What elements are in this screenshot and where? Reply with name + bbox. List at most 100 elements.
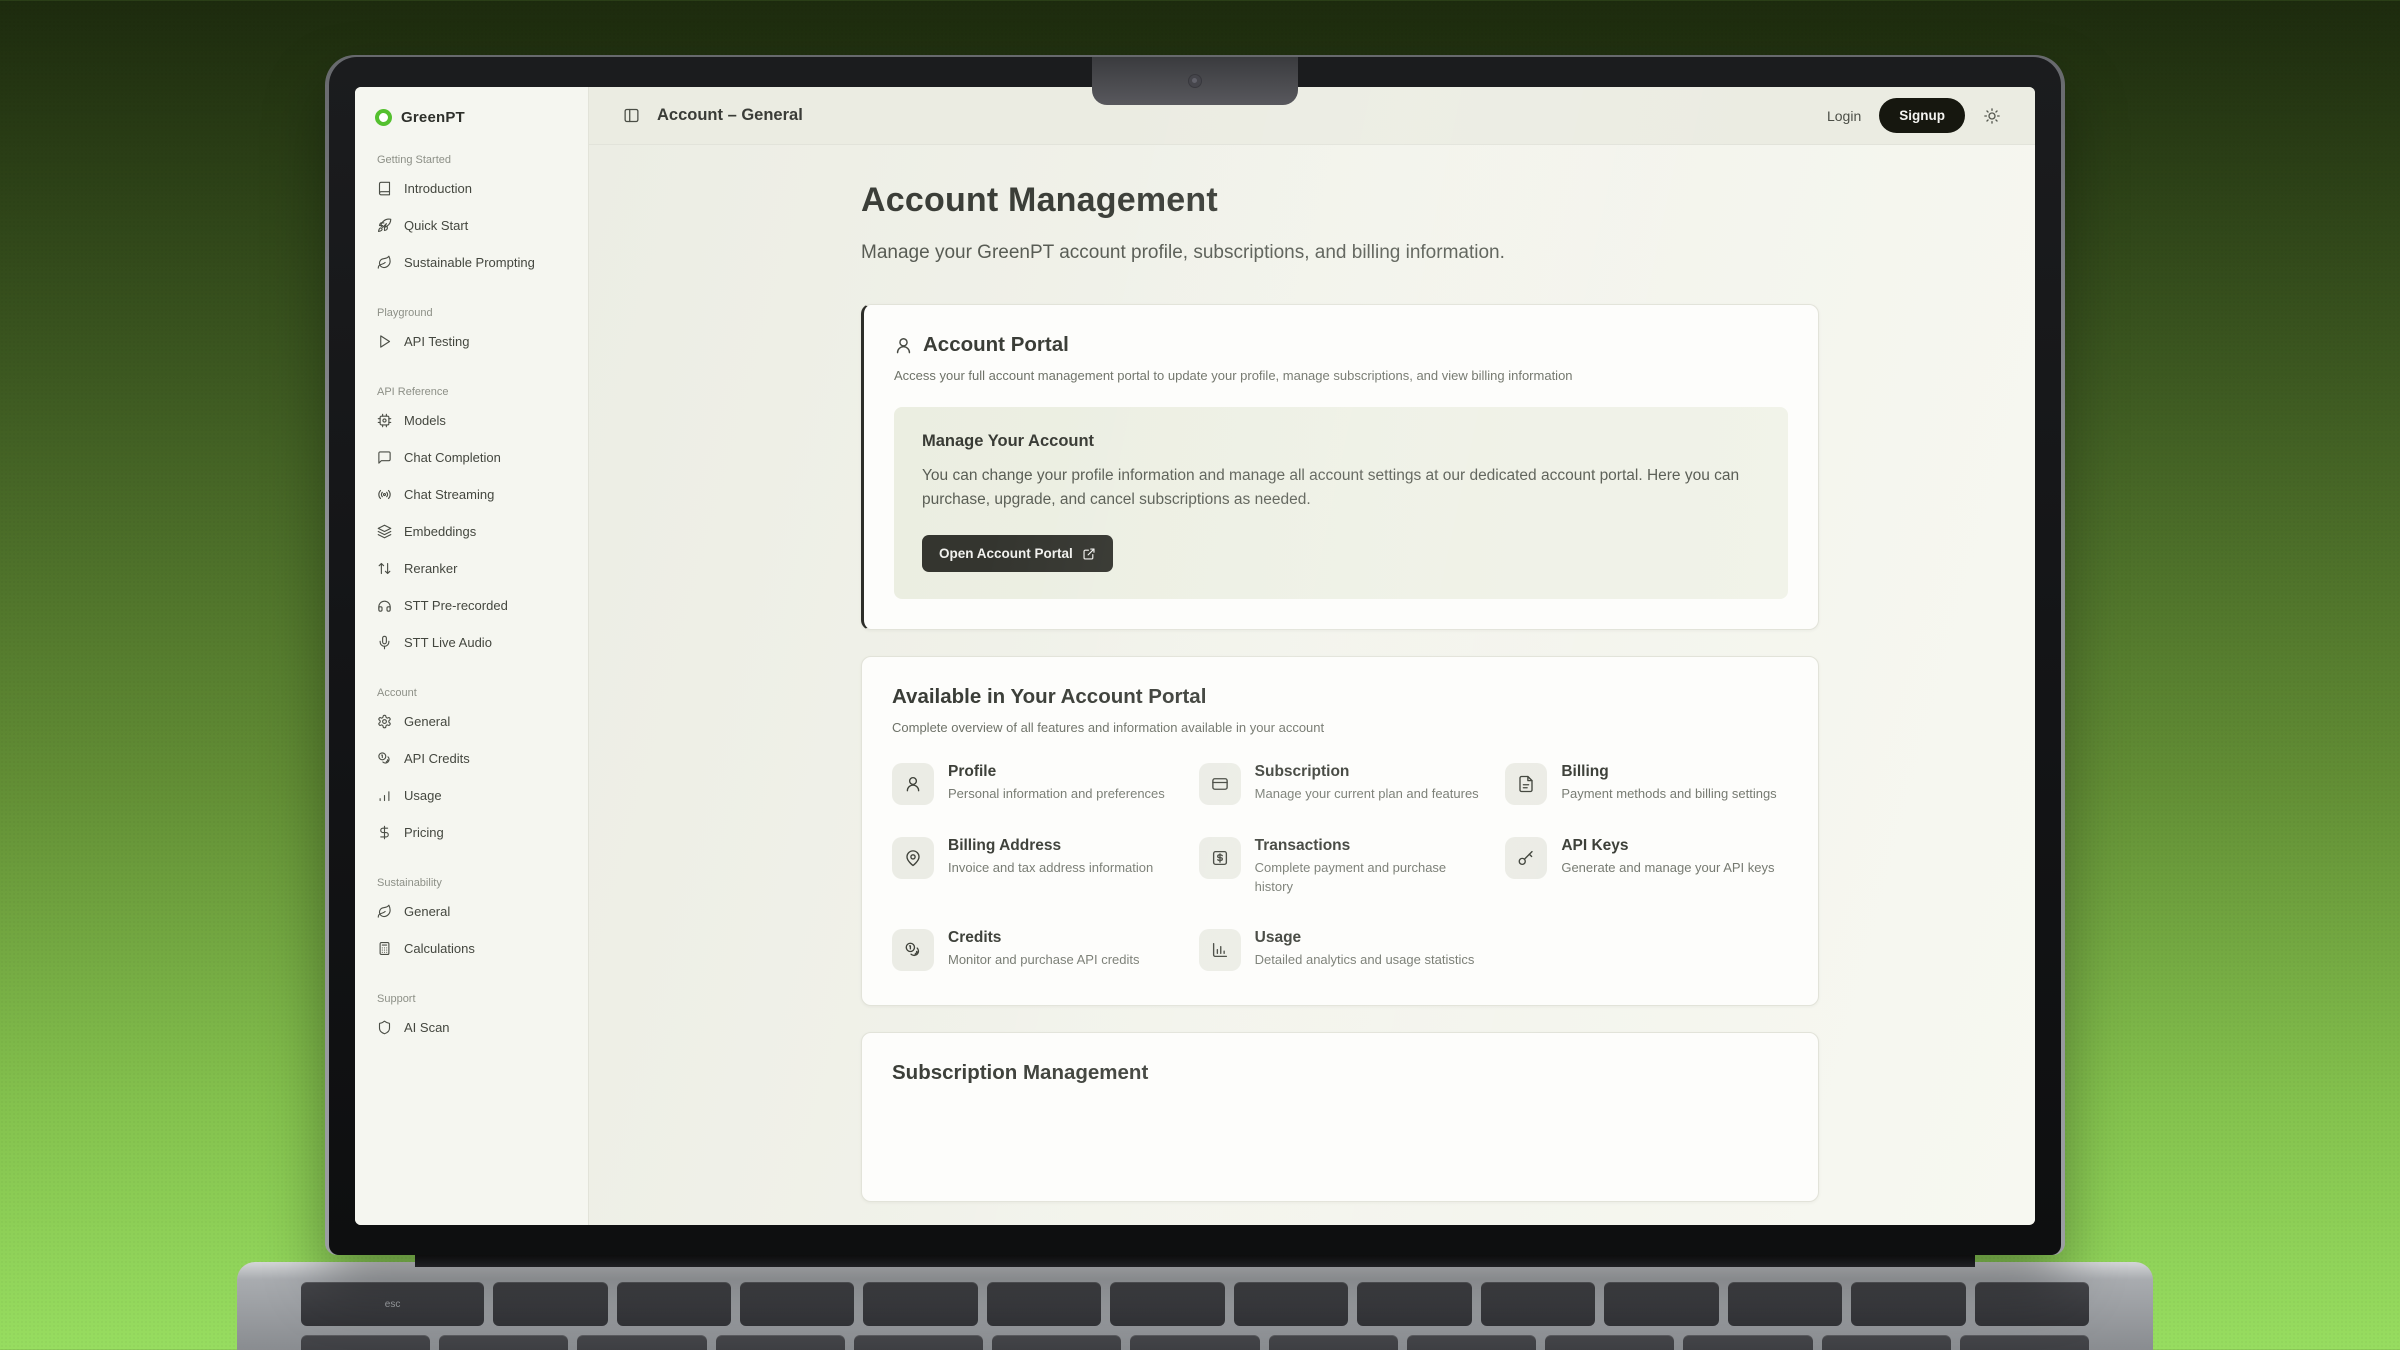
topbar: Account – General Login Signup (589, 87, 2035, 145)
sidebar-item-usage[interactable]: Usage (371, 777, 572, 814)
feature-subscription: Subscription Manage your current plan an… (1199, 763, 1482, 805)
sidebar-section-label: Account (371, 687, 572, 699)
feature-title: Transactions (1255, 837, 1482, 855)
keyboard-key: 4 (854, 1335, 983, 1350)
sidebar-item-label: Embeddings (404, 524, 476, 539)
feature-iconbox (1199, 929, 1241, 971)
sidebar-item-label: Models (404, 413, 446, 428)
sidebar-item-api-credits[interactable]: API Credits (371, 740, 572, 777)
sidebar-item-stt-pre-recorded[interactable]: STT Pre-recorded (371, 587, 572, 624)
microphone-icon (377, 635, 392, 650)
chart-column-icon (1211, 941, 1229, 959)
feature-billing-address: Billing Address Invoice and tax address … (892, 837, 1175, 897)
page-title: Account Management (861, 181, 1819, 220)
feature-profile: Profile Personal information and prefere… (892, 763, 1175, 805)
coins-icon (904, 941, 922, 959)
account-portal-description: Access your full account management port… (894, 368, 1788, 383)
sidebar-section-label: Sustainability (371, 877, 572, 889)
keyboard: esc`1234567890-=tabqwertyuiop[] (301, 1282, 2089, 1350)
sidebar-item-label: Chat Completion (404, 450, 501, 465)
account-portal-card-header: Account Portal (894, 333, 1788, 357)
sidebar-item-label: Pricing (404, 825, 444, 840)
brand-logo[interactable]: GreenPT (371, 107, 572, 128)
sidebar-toggle-icon[interactable] (623, 107, 640, 124)
keyboard-key: = (1960, 1335, 2089, 1350)
sidebar-section-getting-started: Getting Started Introduction Quick Start… (371, 154, 572, 281)
signup-button[interactable]: Signup (1879, 98, 1965, 133)
sidebar-section-label: Support (371, 993, 572, 1005)
book-icon (377, 181, 392, 196)
sidebar-section-label: API Reference (371, 386, 572, 398)
features-card: Available in Your Account Portal Complet… (861, 656, 1819, 1006)
keyboard-key: 3 (716, 1335, 845, 1350)
sidebar-item-introduction[interactable]: Introduction (371, 170, 572, 207)
keyboard-key (1728, 1282, 1842, 1326)
sidebar-item-label: AI Scan (404, 1020, 450, 1035)
account-portal-title: Account Portal (923, 333, 1069, 357)
keyboard-key: 5 (992, 1335, 1121, 1350)
feature-iconbox (892, 837, 934, 879)
layers-icon (377, 524, 392, 539)
keyboard-key: 2 (577, 1335, 706, 1350)
feature-iconbox (1199, 763, 1241, 805)
login-link[interactable]: Login (1827, 108, 1861, 124)
sidebar-item-api-testing[interactable]: API Testing (371, 323, 572, 360)
feature-iconbox (892, 763, 934, 805)
bar-chart-icon (377, 788, 392, 803)
sidebar-item-label: Usage (404, 788, 442, 803)
sidebar-item-models[interactable]: Models (371, 402, 572, 439)
sidebar-item-chat-streaming[interactable]: Chat Streaming (371, 476, 572, 513)
keyboard-key (1357, 1282, 1471, 1326)
feature-title: Billing (1561, 763, 1776, 781)
keyboard-key (1604, 1282, 1718, 1326)
page-breadcrumb-title: Account – General (657, 106, 803, 125)
sidebar-item-embeddings[interactable]: Embeddings (371, 513, 572, 550)
keyboard-key: ` (301, 1335, 430, 1350)
sidebar-item-stt-live-audio[interactable]: STT Live Audio (371, 624, 572, 661)
coins-icon (377, 751, 392, 766)
keyboard-key (493, 1282, 607, 1326)
cpu-icon (377, 413, 392, 428)
brand-name: GreenPT (401, 109, 465, 126)
main-content-area: Account Management Manage your GreenPT a… (589, 145, 2035, 1225)
leaf-icon (377, 255, 392, 270)
sidebar-item-sustainable-prompting[interactable]: Sustainable Prompting (371, 244, 572, 281)
keyboard-key (1110, 1282, 1224, 1326)
sidebar-item-sustainability-general[interactable]: General (371, 893, 572, 930)
open-account-portal-button[interactable]: Open Account Portal (922, 535, 1113, 572)
sidebar-item-quick-start[interactable]: Quick Start (371, 207, 572, 244)
sidebar-section-playground: Playground API Testing (371, 307, 572, 360)
sidebar-item-reranker[interactable]: Reranker (371, 550, 572, 587)
sidebar-item-chat-completion[interactable]: Chat Completion (371, 439, 572, 476)
camera-icon (1189, 75, 1201, 87)
sidebar-item-pricing[interactable]: Pricing (371, 814, 572, 851)
rocket-icon (377, 218, 392, 233)
sidebar-item-label: API Testing (404, 334, 470, 349)
file-text-icon (1517, 775, 1535, 793)
sidebar-section-label: Getting Started (371, 154, 572, 166)
keyboard-key: 6 (1130, 1335, 1259, 1350)
sidebar-item-calculations[interactable]: Calculations (371, 930, 572, 967)
feature-title: API Keys (1561, 837, 1774, 855)
keyboard-key: 0 (1683, 1335, 1812, 1350)
keyboard-key (1851, 1282, 1965, 1326)
features-card-subtitle: Complete overview of all features and in… (892, 720, 1788, 735)
feature-title: Credits (948, 929, 1140, 947)
sidebar-section-account: Account General API Credits Usage (371, 687, 572, 851)
feature-iconbox (1505, 837, 1547, 879)
key-icon (1517, 849, 1535, 867)
sidebar-item-ai-scan[interactable]: AI Scan (371, 1009, 572, 1046)
manage-account-panel: Manage Your Account You can change your … (894, 407, 1788, 599)
feature-description: Payment methods and billing settings (1561, 785, 1776, 804)
subscription-management-title: Subscription Management (892, 1061, 1788, 1085)
dollar-square-icon (1211, 849, 1229, 867)
map-pin-icon (904, 849, 922, 867)
keyboard-key: esc (301, 1282, 484, 1326)
sidebar-item-label: General (404, 714, 450, 729)
keyboard-key (1481, 1282, 1595, 1326)
sun-icon[interactable] (1983, 107, 2001, 125)
sidebar-item-account-general[interactable]: General (371, 703, 572, 740)
feature-title: Usage (1255, 929, 1475, 947)
leaf-icon (377, 904, 392, 919)
sidebar-section-api-reference: API Reference Models Chat Completion Cha… (371, 386, 572, 661)
